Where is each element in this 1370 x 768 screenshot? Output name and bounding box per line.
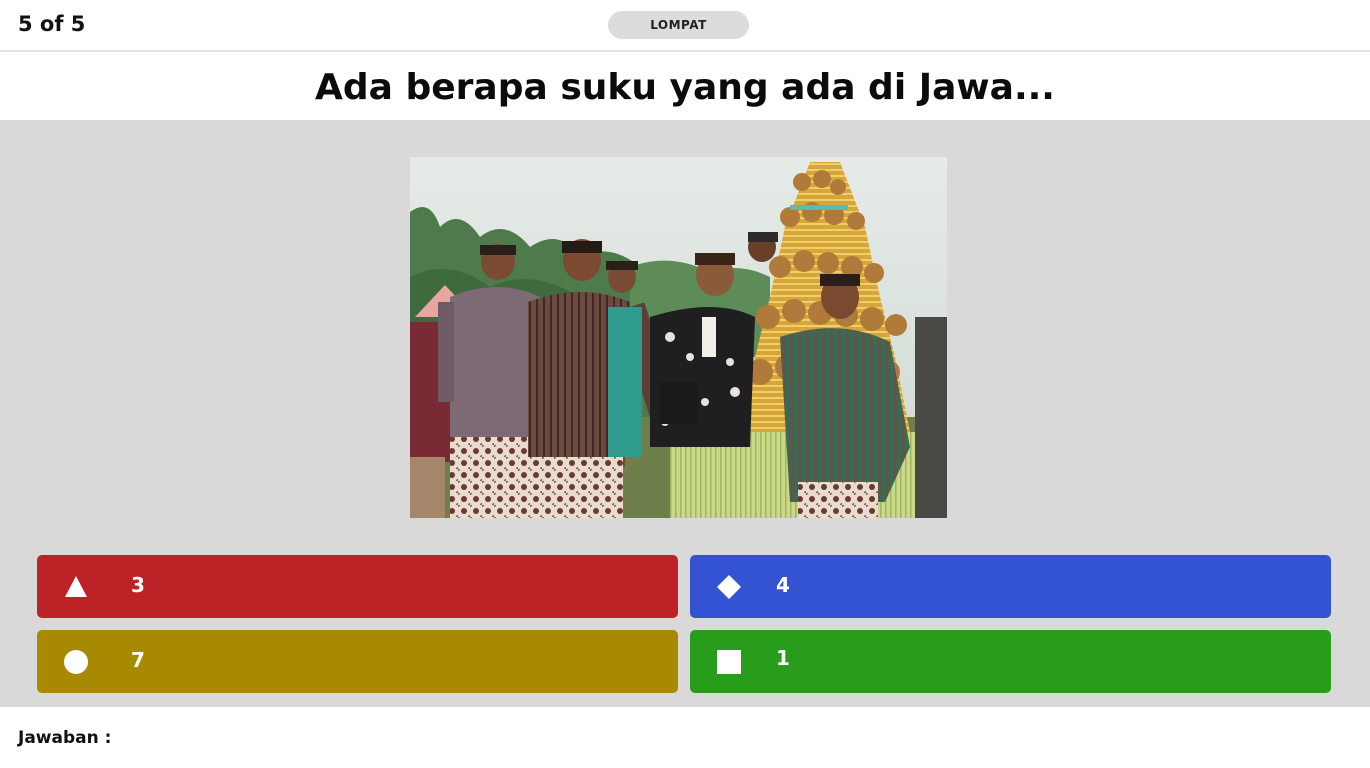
question-image: [410, 157, 947, 518]
diamond-icon: [717, 575, 741, 599]
answer-option-2[interactable]: 4: [690, 555, 1331, 618]
top-bar: 5 of 5 LOMPAT: [0, 0, 1370, 52]
question-title: Ada berapa suku yang ada di Jawa...: [315, 66, 1055, 108]
answer-option-3[interactable]: 7: [37, 630, 678, 693]
triangle-icon: [65, 576, 87, 597]
answer-label: 3: [131, 573, 145, 597]
skip-button[interactable]: LOMPAT: [608, 11, 749, 39]
answer-option-1[interactable]: 3: [37, 555, 678, 618]
circle-icon: [64, 650, 88, 674]
answer-label: 7: [131, 648, 145, 672]
answer-result-label: Jawaban :: [18, 728, 112, 748]
square-icon: [717, 650, 741, 674]
footer: Jawaban :: [0, 707, 1370, 768]
answer-label: 4: [776, 573, 790, 597]
question-stage: 3 4 7 1: [0, 120, 1370, 707]
answer-option-4[interactable]: 1: [690, 630, 1331, 693]
answer-label: 1: [776, 646, 790, 670]
question-counter: 5 of 5: [18, 12, 86, 36]
